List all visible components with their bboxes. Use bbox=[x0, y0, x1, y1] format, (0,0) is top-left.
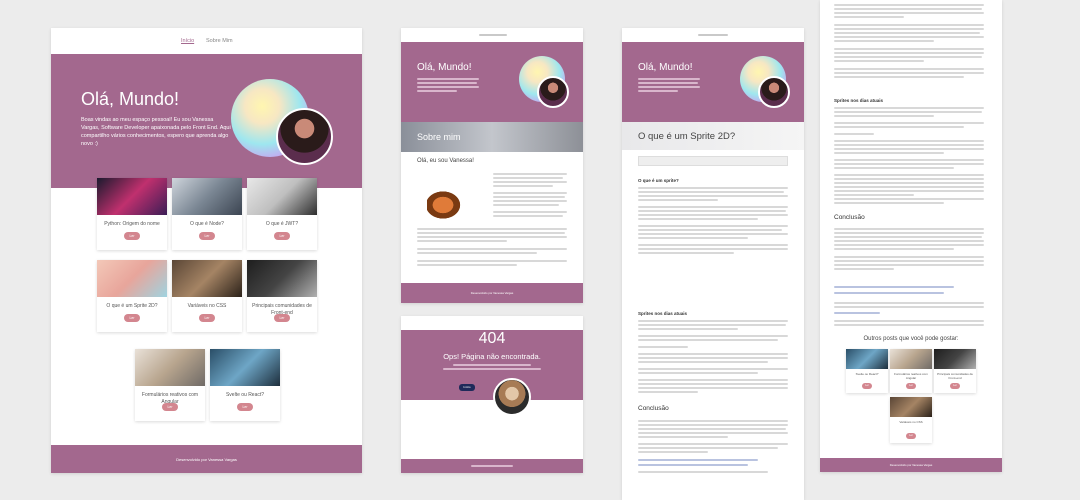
hero-subtitle-lines bbox=[417, 90, 457, 92]
footer-text: Desenvolvido por Vanessa Vargas bbox=[470, 291, 514, 295]
footer: Desenvolvido por Vanessa Vargas bbox=[401, 283, 583, 303]
post-card[interactable]: O que é Node? Ler bbox=[172, 178, 242, 250]
post-thumbnail bbox=[890, 349, 932, 369]
read-button[interactable]: Ler bbox=[906, 433, 916, 439]
section-heading: O que é um sprite? bbox=[638, 178, 679, 183]
read-button[interactable]: Ler bbox=[274, 232, 290, 240]
post-title: Svelte ou React? bbox=[225, 392, 265, 398]
post-title: O que é um Sprite 2D? bbox=[106, 303, 158, 309]
related-post-card[interactable]: Variáveis no CSS Ler bbox=[890, 397, 932, 443]
post-title: Formulários reativos com Angular bbox=[894, 372, 928, 380]
related-post-card[interactable]: Principais comunidades de Front-end Ler bbox=[934, 349, 976, 393]
post-card[interactable]: Svelte ou React? Ler bbox=[210, 349, 280, 421]
footer-text: Desenvolvido por Vanessa Vargas bbox=[176, 457, 237, 462]
hero-title: Olá, Mundo! bbox=[417, 62, 472, 73]
not-found-page-card: 404 Ops! Página não encontrada. Início bbox=[401, 316, 583, 473]
post-thumbnail bbox=[934, 349, 976, 369]
post-thumbnail bbox=[172, 260, 242, 297]
error-message-lines bbox=[453, 364, 531, 366]
post-card[interactable]: Principais comunidades de Front-end Ler bbox=[247, 260, 317, 332]
post-title: Svelte ou React? bbox=[855, 372, 879, 376]
read-button[interactable]: Ler bbox=[162, 403, 178, 411]
post-card[interactable]: Python: Origem do nome Ler bbox=[97, 178, 167, 250]
hero-title: Olá, Mundo! bbox=[638, 62, 693, 73]
read-button[interactable]: Ler bbox=[906, 383, 916, 389]
about-heading: Olá, eu sou Vanessa! bbox=[417, 158, 474, 164]
dog-avatar bbox=[493, 378, 531, 416]
author-avatar bbox=[758, 76, 790, 108]
hero-section: Olá, Mundo! Boas vindas ao meu espaço pe… bbox=[51, 54, 362, 188]
section-heading: Conclusão bbox=[834, 214, 865, 221]
post-thumbnail bbox=[846, 349, 888, 369]
about-title: Sobre mim bbox=[417, 132, 461, 142]
read-button[interactable]: Ler bbox=[237, 403, 253, 411]
hero-subtitle-lines bbox=[417, 82, 477, 84]
post-thumbnail bbox=[247, 260, 317, 297]
hero-subtitle: Boas vindas ao meu espaço pessoal! Eu so… bbox=[81, 117, 231, 147]
post-card[interactable]: O que é um Sprite 2D? Ler bbox=[97, 260, 167, 332]
post-title: O que é Node? bbox=[190, 221, 224, 227]
post-title: Python: Origem do nome bbox=[104, 221, 160, 227]
post-thumbnail bbox=[247, 178, 317, 215]
author-avatar bbox=[537, 76, 569, 108]
post-thumbnail bbox=[172, 178, 242, 215]
post-page-right-card: Sprites nos dias atuais Conclusão Outros… bbox=[820, 0, 1002, 472]
post-title: Variáveis no CSS bbox=[187, 303, 227, 309]
butterfly-image bbox=[427, 186, 467, 224]
home-page-card: Início Sobre Mim Olá, Mundo! Boas vindas… bbox=[51, 28, 362, 473]
post-title: O que é um Sprite 2D? bbox=[638, 131, 736, 142]
post-thumbnail bbox=[97, 260, 167, 297]
author-avatar bbox=[276, 108, 333, 165]
home-button[interactable]: Início bbox=[459, 384, 475, 391]
read-button[interactable]: Ler bbox=[124, 232, 140, 240]
footer bbox=[401, 459, 583, 473]
hero-section: Olá, Mundo! bbox=[622, 42, 804, 122]
read-button[interactable]: Ler bbox=[950, 383, 960, 389]
about-page-card: Olá, Mundo! Sobre mim Olá, eu sou Vaness… bbox=[401, 28, 583, 303]
error-code: 404 bbox=[478, 330, 506, 347]
footer-text: Desenvolvido por Vanessa Vargas bbox=[889, 463, 933, 467]
post-thumbnail bbox=[135, 349, 205, 386]
post-page-left-card: Olá, Mundo! O que é um Sprite 2D? O que … bbox=[622, 28, 804, 500]
post-thumbnail bbox=[210, 349, 280, 386]
post-title: O que é JWT? bbox=[265, 221, 299, 227]
read-button[interactable]: Ler bbox=[274, 314, 290, 322]
section-heading: Sprites nos dias atuais bbox=[834, 98, 884, 103]
post-card[interactable]: Variáveis no CSS Ler bbox=[172, 260, 242, 332]
nav-links[interactable] bbox=[698, 34, 728, 36]
footer: Desenvolvido por Vanessa Vargas bbox=[51, 445, 362, 473]
error-title: Ops! Página não encontrada. bbox=[443, 352, 541, 361]
hero-subtitle-lines bbox=[417, 86, 479, 88]
post-title: Variáveis no CSS bbox=[899, 420, 923, 424]
footer: Desenvolvido por Vanessa Vargas bbox=[820, 458, 1002, 472]
post-thumbnail bbox=[97, 178, 167, 215]
not-found-section: 404 Ops! Página não encontrada. Início bbox=[401, 330, 583, 400]
nav-link-about[interactable]: Sobre Mim bbox=[206, 38, 233, 44]
post-title: Principais comunidades de Front-end bbox=[937, 372, 973, 380]
more-posts-title: Outros posts que você pode gostar: bbox=[863, 336, 959, 342]
read-button[interactable]: Ler bbox=[199, 232, 215, 240]
read-button[interactable]: Ler bbox=[862, 383, 872, 389]
related-post-card[interactable]: Svelte ou React? Ler bbox=[846, 349, 888, 393]
section-heading: Sprites nos dias atuais bbox=[638, 311, 688, 316]
related-post-card[interactable]: Formulários reativos com Angular Ler bbox=[890, 349, 932, 393]
hero-title: Olá, Mundo! bbox=[81, 89, 180, 109]
post-card[interactable]: Formulários reativos com Angular Ler bbox=[135, 349, 205, 421]
about-banner: Sobre mim bbox=[401, 122, 583, 152]
footer-text bbox=[471, 465, 513, 467]
section-heading: Conclusão bbox=[638, 405, 669, 412]
source-note bbox=[638, 156, 788, 166]
nav-links[interactable] bbox=[479, 34, 507, 36]
hero-section: Olá, Mundo! bbox=[401, 42, 583, 122]
read-button[interactable]: Ler bbox=[199, 314, 215, 322]
read-button[interactable]: Ler bbox=[124, 314, 140, 322]
post-thumbnail bbox=[890, 397, 932, 417]
nav-link-home[interactable]: Início bbox=[181, 38, 194, 44]
post-card[interactable]: O que é JWT? Ler bbox=[247, 178, 317, 250]
error-message-lines bbox=[443, 368, 541, 370]
hero-subtitle-lines bbox=[417, 78, 479, 80]
